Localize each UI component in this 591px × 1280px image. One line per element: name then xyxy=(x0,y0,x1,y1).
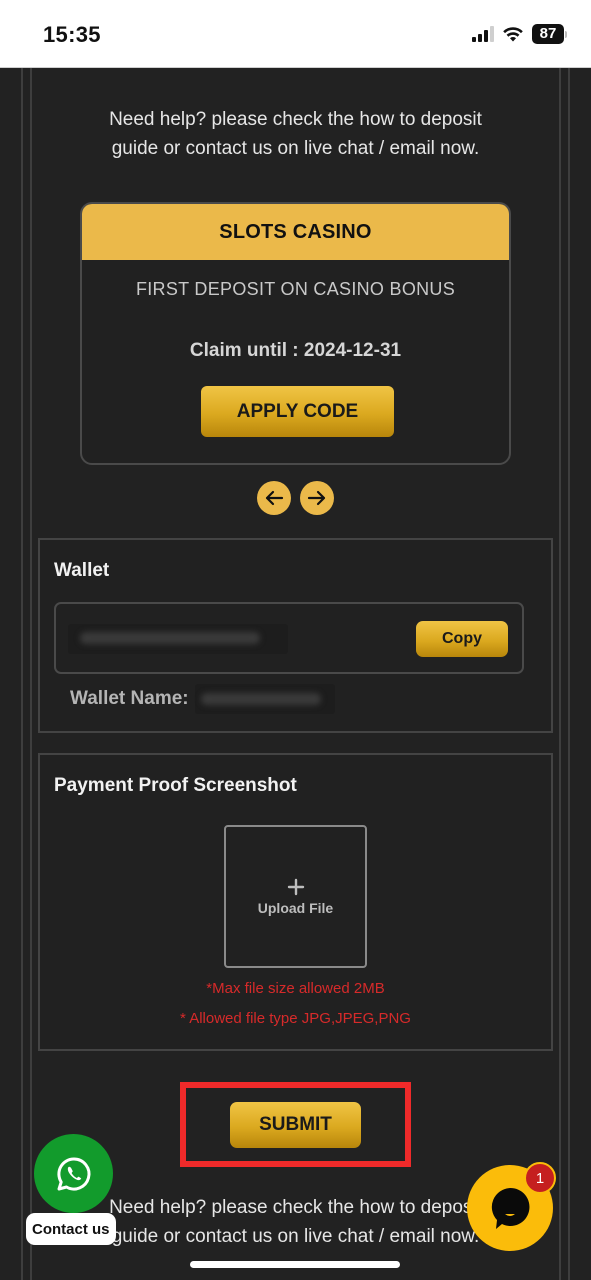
help-text-top: Need help? please check the how to depos… xyxy=(60,105,531,163)
wallet-title: Wallet xyxy=(54,560,110,581)
help-line-2: guide or contact us on live chat / email… xyxy=(111,1226,480,1247)
chat-bubble-icon xyxy=(491,1187,530,1229)
promo-next-button[interactable] xyxy=(300,481,334,515)
cellular-signal-icon xyxy=(472,26,494,42)
upload-file-button[interactable]: Upload File xyxy=(224,825,367,968)
frame-line xyxy=(568,68,570,1280)
help-line-2: guide or contact us on live chat / email… xyxy=(111,138,480,159)
whatsapp-button[interactable] xyxy=(34,1134,113,1213)
apply-code-button[interactable]: APPLY CODE xyxy=(201,386,394,437)
promo-card: SLOTS CASINO FIRST DEPOSIT ON CASINO BON… xyxy=(80,202,511,465)
submit-button[interactable]: SUBMIT xyxy=(230,1102,361,1148)
help-line-1: Need help? please check the how to depos… xyxy=(109,109,482,130)
help-text-bottom: Need help? please check the how to depos… xyxy=(60,1193,531,1251)
wallet-name-row: Wallet Name: xyxy=(70,684,335,714)
status-bar: 15:35 87 xyxy=(0,0,591,68)
wallet-address-field: Copy xyxy=(54,602,524,674)
file-type-note: * Allowed file type JPG,JPEG,PNG xyxy=(180,1010,411,1027)
arrow-left-icon xyxy=(265,490,284,506)
help-line-1: Need help? please check the how to depos… xyxy=(109,1197,482,1218)
wallet-address-redacted xyxy=(68,624,288,654)
status-time: 15:35 xyxy=(43,22,101,47)
arrow-right-icon xyxy=(307,490,326,506)
promo-description: FIRST DEPOSIT ON CASINO BONUS xyxy=(135,279,456,299)
plus-icon xyxy=(287,878,304,895)
promo-prev-button[interactable] xyxy=(257,481,291,515)
contact-us-label[interactable]: Contact us xyxy=(26,1213,116,1245)
frame-line xyxy=(559,68,561,1280)
copy-button[interactable]: Copy xyxy=(416,621,508,657)
max-size-note: *Max file size allowed 2MB xyxy=(206,980,385,997)
frame-line xyxy=(30,68,32,1280)
payment-proof-title: Payment Proof Screenshot xyxy=(54,775,297,796)
whatsapp-icon xyxy=(56,1156,90,1190)
status-icons: 87 xyxy=(472,24,567,44)
promo-title: SLOTS CASINO xyxy=(82,204,509,260)
wallet-name-redacted xyxy=(194,684,335,714)
battery-icon: 87 xyxy=(532,24,567,44)
wallet-section: Wallet Copy Wallet Name: xyxy=(38,538,553,733)
battery-level: 87 xyxy=(532,24,564,44)
wifi-icon xyxy=(503,26,523,41)
upload-file-label: Upload File xyxy=(257,899,334,916)
promo-claim-until: Claim until : 2024-12-31 xyxy=(189,340,402,361)
wallet-name-label: Wallet Name: xyxy=(70,688,189,709)
home-indicator xyxy=(190,1261,400,1268)
chat-notification-badge: 1 xyxy=(524,1162,556,1194)
payment-proof-section: Payment Proof Screenshot Upload File *Ma… xyxy=(38,753,553,1051)
frame-line xyxy=(21,68,23,1280)
